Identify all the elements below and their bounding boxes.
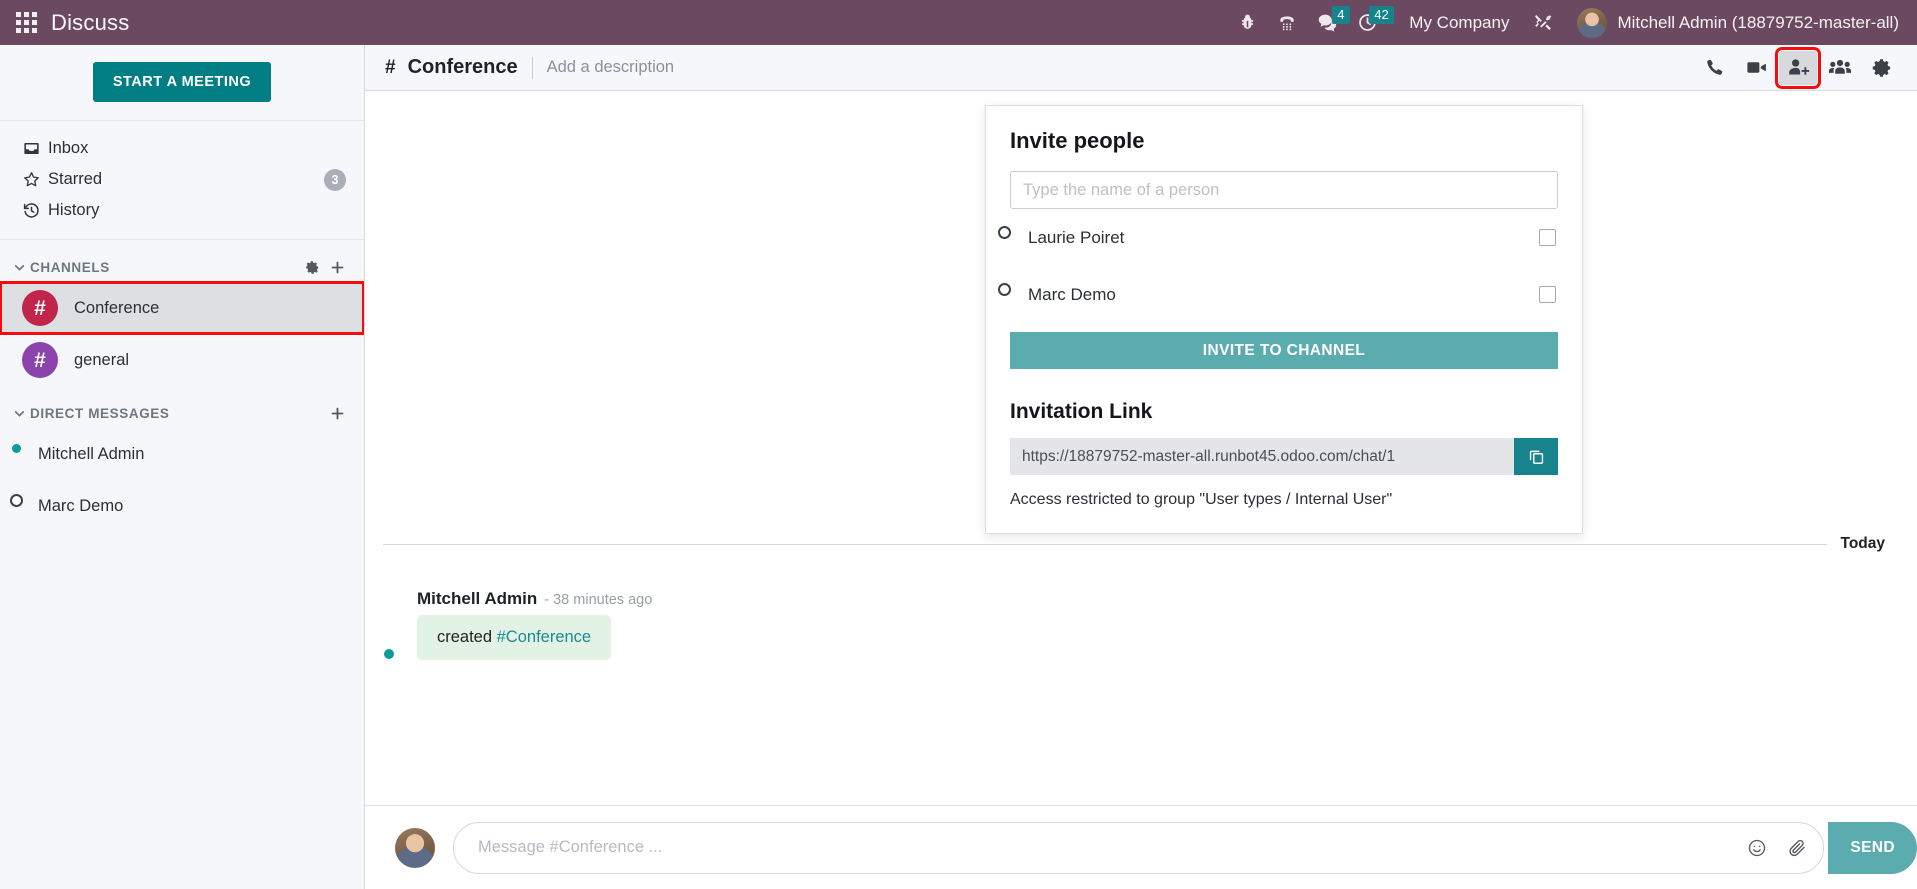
access-restriction-note: Access restricted to group "User types /… — [1010, 491, 1393, 508]
channel-hash-icon: # — [22, 342, 58, 378]
invite-person-checkbox[interactable] — [1539, 229, 1556, 246]
plus-icon[interactable] — [329, 405, 346, 422]
starred-count-badge: 3 — [324, 168, 346, 191]
channels-group-actions — [305, 259, 346, 276]
dm-label: Mitchell Admin — [38, 444, 145, 463]
activities-clock-icon[interactable]: 42 — [1347, 0, 1394, 45]
avatar — [395, 827, 435, 868]
invite-person-name: Laurie Poiret — [1028, 227, 1125, 247]
composer-box[interactable] — [453, 821, 1825, 874]
invite-popover-title: Invite people — [1010, 128, 1145, 153]
main-panel: # Conference Add a description Today Mit… — [365, 45, 1917, 889]
start-a-meeting-button[interactable]: START A MEETING — [92, 62, 272, 102]
sidebar-item-channel-conference[interactable]: # Conference — [0, 281, 364, 335]
add-description-input[interactable]: Add a description — [547, 58, 675, 77]
sidebar-item-dm-marc-demo[interactable]: Marc Demo — [0, 480, 364, 532]
sidebar: START A MEETING Inbox Starred 3 History … — [0, 45, 365, 889]
smiley-icon[interactable] — [1737, 828, 1777, 868]
chat-header: # Conference Add a description — [365, 45, 1917, 91]
invite-to-channel-button[interactable]: INVITE TO CHANNEL — [1010, 332, 1558, 369]
sidebar-item-starred[interactable]: Starred 3 — [0, 164, 364, 195]
messages-icon[interactable]: 4 — [1307, 0, 1350, 45]
direct-messages-group-header[interactable]: DIRECT MESSAGES — [0, 398, 364, 428]
invite-person-row[interactable]: Marc Demo — [998, 266, 1558, 323]
message-text: created — [437, 628, 497, 646]
sidebar-item-label: History — [48, 201, 100, 219]
invitation-link-title: Invitation Link — [1010, 400, 1153, 423]
invite-person-name: Marc Demo — [1028, 284, 1116, 304]
app-body: START A MEETING Inbox Starred 3 History … — [0, 45, 1917, 889]
company-selector[interactable]: My Company — [1387, 13, 1523, 33]
message-item: Mitchell Admin - 38 minutes ago created … — [365, 589, 1917, 661]
plus-icon[interactable] — [329, 259, 346, 276]
channel-label: general — [74, 350, 130, 369]
settings-gear-icon[interactable] — [1863, 51, 1901, 85]
invite-person-row[interactable]: Laurie Poiret — [998, 209, 1558, 266]
invitation-link-input[interactable] — [1010, 438, 1514, 475]
sidebar-item-channel-general[interactable]: # general — [0, 334, 364, 386]
user-menu-label: Mitchell Admin (18879752-master-all) — [1617, 12, 1899, 32]
star-icon — [22, 170, 48, 189]
paperclip-icon[interactable] — [1777, 828, 1817, 868]
channel-hash-icon: # — [22, 290, 58, 326]
date-separator-label: Today — [1840, 535, 1886, 552]
mailbox-list: Inbox Starred 3 History — [0, 121, 364, 240]
sidebar-item-label: Starred — [48, 170, 103, 188]
channel-mention-link[interactable]: #Conference — [497, 628, 591, 646]
status-dot-offline — [998, 225, 1011, 239]
chevron-down-icon — [8, 261, 30, 274]
bug-icon[interactable] — [1227, 0, 1267, 45]
date-separator: Today — [383, 535, 1899, 553]
invite-person-checkbox[interactable] — [1539, 286, 1556, 303]
user-menu[interactable]: Mitchell Admin (18879752-master-all) — [1563, 7, 1903, 38]
status-dot-online — [382, 647, 396, 661]
separator-line — [383, 543, 1827, 545]
message-body: Mitchell Admin - 38 minutes ago created … — [417, 589, 652, 660]
status-dot-offline — [10, 494, 23, 507]
top-navbar: Discuss 4 42 My Company Mitchell Admin (… — [0, 0, 1917, 45]
sidebar-item-label: Inbox — [48, 139, 89, 157]
message-input[interactable] — [476, 837, 1738, 858]
video-call-icon[interactable] — [1737, 51, 1775, 85]
invite-search-input[interactable] — [1010, 171, 1558, 209]
message-composer: SEND — [365, 805, 1917, 889]
message-author: Mitchell Admin — [417, 589, 538, 608]
invite-people-popover: Invite people Laurie Poiret Marc Demo IN… — [985, 105, 1583, 534]
message-bubble: created #Conference — [417, 615, 612, 660]
app-title[interactable]: Discuss — [51, 10, 129, 36]
direct-messages-group-label: DIRECT MESSAGES — [30, 405, 170, 421]
status-dot-offline — [998, 282, 1011, 296]
phone-dialpad-icon[interactable] — [1267, 0, 1307, 45]
add-users-icon[interactable] — [1775, 46, 1821, 89]
activities-count-badge: 42 — [1369, 6, 1394, 24]
inbox-icon — [22, 139, 48, 158]
divider — [531, 56, 533, 79]
apps-grid-icon[interactable] — [16, 12, 37, 33]
channel-label: Conference — [74, 298, 160, 317]
message-timestamp: - 38 minutes ago — [544, 592, 653, 608]
dm-label: Marc Demo — [38, 496, 124, 515]
members-icon[interactable] — [1821, 51, 1859, 85]
history-icon — [22, 201, 48, 220]
invitation-link-row — [1010, 438, 1558, 475]
channels-group-label: CHANNELS — [30, 259, 110, 275]
chevron-down-icon — [8, 407, 30, 420]
tools-icon[interactable] — [1523, 0, 1563, 45]
avatar — [1577, 7, 1608, 38]
message-meta: Mitchell Admin - 38 minutes ago — [417, 589, 652, 609]
channel-hash-symbol: # — [385, 56, 396, 78]
channels-group-header[interactable]: CHANNELS — [0, 252, 364, 282]
send-button[interactable]: SEND — [1828, 821, 1917, 874]
sidebar-item-history[interactable]: History — [0, 195, 364, 226]
sidebar-item-inbox[interactable]: Inbox — [0, 133, 364, 164]
status-dot-online — [10, 442, 23, 455]
call-icon[interactable] — [1695, 51, 1733, 85]
chat-header-actions — [1695, 46, 1901, 89]
start-meeting-container: START A MEETING — [0, 45, 364, 121]
page-title: Conference — [407, 56, 518, 78]
sidebar-item-dm-mitchell-admin[interactable]: Mitchell Admin — [0, 428, 364, 480]
gear-icon[interactable] — [305, 260, 320, 275]
copy-icon[interactable] — [1514, 438, 1558, 475]
direct-messages-group-actions — [329, 405, 346, 422]
